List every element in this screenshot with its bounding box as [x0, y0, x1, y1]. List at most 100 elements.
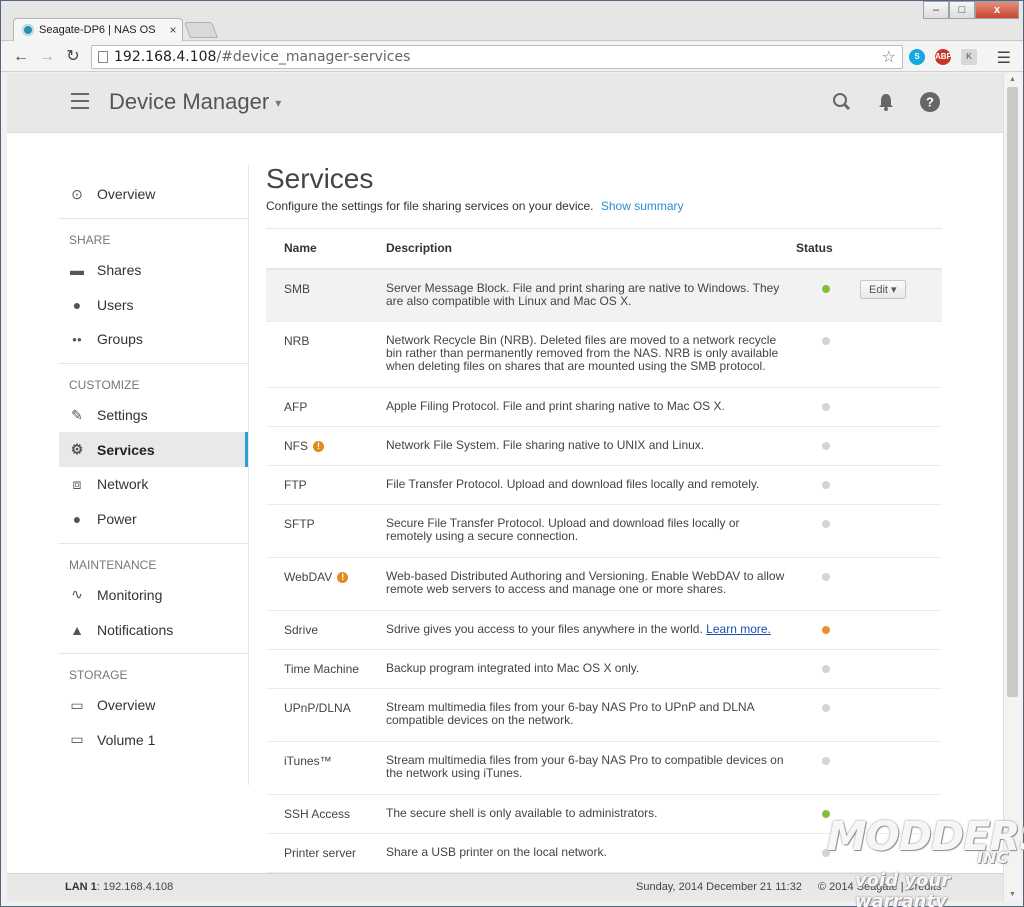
service-actions [856, 426, 942, 466]
adblock-plus-icon[interactable]: ABP [935, 49, 952, 65]
table-row[interactable]: AFP Apple Filing Protocol. File and print… [266, 387, 942, 427]
service-actions [856, 321, 942, 388]
sidebar-item-label: Network [97, 476, 149, 493]
scroll-up-icon[interactable]: ▲ [1009, 76, 1016, 83]
service-description: Secure File Transfer Protocol. Upload an… [386, 504, 796, 558]
forward-icon[interactable]: → [37, 47, 57, 67]
shares-icon: ▬ [70, 262, 84, 279]
scroll-down-icon[interactable]: ▼ [1009, 891, 1016, 898]
tab-close-icon[interactable]: × [164, 23, 182, 37]
service-description-text: Stream multimedia files from your 6-bay … [386, 753, 784, 780]
status-grey-dot-icon [822, 849, 830, 857]
app-title[interactable]: Device Manager ▾ [109, 89, 281, 115]
table-row[interactable]: Sdrive Sdrive gives you access to your fi… [266, 610, 942, 650]
sidebar-item-volume-1-storage[interactable]: ▭ Volume 1 [59, 723, 248, 758]
service-description: Apple Filing Protocol. File and print sh… [386, 387, 796, 427]
page-scrollbar[interactable]: ▲ ▼ [1003, 73, 1021, 901]
url-host: 192.168.4.108 [114, 49, 217, 65]
service-description-text: Server Message Block. File and print sha… [386, 280, 780, 308]
service-description-text: Sdrive gives you access to your files an… [386, 622, 703, 636]
service-name: SSH Access [284, 807, 351, 821]
status-green-dot-icon [822, 284, 830, 293]
maximize-button[interactable]: □ [949, 1, 975, 19]
table-row[interactable]: iTunes™ Stream multimedia files from your… [266, 741, 942, 795]
learn-more-link[interactable]: Learn more. [706, 622, 771, 636]
service-description-text: Share a USB printer on the local network… [386, 845, 607, 859]
nas-app: Device Manager ▾ ? ⊙ Overview SHARE ▬ Shares ●… [7, 73, 1003, 901]
service-name-cell: AFP [266, 387, 386, 427]
status-grey-dot-icon [822, 442, 830, 450]
sidebar-item-overview[interactable]: ⊙ Overview [59, 177, 248, 212]
new-tab-button[interactable] [184, 22, 218, 38]
sidebar-item-services[interactable]: ⚙ Services [59, 432, 248, 468]
service-name: AFP [284, 400, 308, 414]
service-status [796, 557, 856, 611]
reload-icon[interactable]: ↻ [63, 47, 83, 67]
sidebar-item-users[interactable]: ● Users [59, 287, 248, 322]
services-table: Name Description Status SMB Server Messag… [266, 228, 942, 873]
show-summary-link[interactable]: Show summary [601, 199, 684, 213]
warning-icon[interactable]: ! [313, 441, 324, 452]
table-row[interactable]: FTP File Transfer Protocol. Upload and do… [266, 465, 942, 505]
edit-button[interactable]: Edit ▾ [860, 279, 906, 299]
bookmark-star-icon[interactable]: ☆ [882, 46, 896, 68]
table-row[interactable]: SMB Server Message Block. File and print … [266, 268, 942, 322]
overview-icon: ⊙ [71, 185, 83, 202]
service-status [796, 321, 856, 388]
sidebar-item-power[interactable]: ● Power [59, 502, 248, 537]
sidebar-item-network[interactable]: ⧈ Network [59, 467, 248, 502]
close-window-button[interactable]: x [975, 1, 1019, 19]
sidebar-item-shares[interactable]: ▬ Shares [59, 253, 248, 288]
table-row[interactable]: Time Machine Backup program integrated in… [266, 649, 942, 689]
lan-label: LAN 1 [65, 881, 97, 893]
skype-icon[interactable]: S [909, 49, 925, 65]
volume-1-icon: ▭ [70, 731, 84, 748]
page-icon [98, 51, 108, 63]
warning-icon[interactable]: ! [337, 572, 349, 583]
sidebar-item-monitoring[interactable]: ∿ Monitoring [59, 578, 248, 613]
service-description: Backup program integrated into Mac OS X … [386, 649, 796, 689]
service-description-text: Stream multimedia files from your 6-bay … [386, 700, 754, 727]
service-name-cell: iTunes™ [266, 741, 386, 795]
extension-k-icon[interactable]: K [961, 49, 977, 65]
service-actions [856, 504, 942, 558]
bell-icon[interactable] [875, 91, 897, 113]
table-row[interactable]: NFS! Network File System. File sharing na… [266, 426, 942, 466]
scrollbar-thumb[interactable] [1007, 87, 1018, 697]
back-icon[interactable]: ← [11, 47, 31, 67]
service-name-cell: FTP [266, 465, 386, 505]
column-header-actions [856, 228, 942, 270]
table-row[interactable]: SFTP Secure File Transfer Protocol. Uploa… [266, 504, 942, 558]
service-description-text: Backup program integrated into Mac OS X … [386, 661, 640, 675]
table-row[interactable]: UPnP/DLNA Stream multimedia files from yo… [266, 688, 942, 742]
footer-datetime: Sunday, 2014 December 21 11:32 [636, 881, 802, 893]
status-grey-dot-icon [822, 573, 830, 581]
help-icon[interactable]: ? [919, 91, 941, 113]
hamburger-menu-icon[interactable] [71, 93, 89, 109]
lan-value: : 192.168.4.108 [96, 881, 174, 893]
status-grey-dot-icon [822, 704, 830, 712]
sidebar-item-overview-storage[interactable]: ▭ Overview [59, 688, 248, 723]
browser-menu-icon[interactable]: ☰ [997, 48, 1011, 68]
service-name: iTunes™ [284, 754, 332, 768]
table-header-row: Name Description Status [266, 228, 942, 270]
browser-tab[interactable]: Seagate-DP6 | NAS OS × [13, 18, 183, 41]
sidebar-item-groups[interactable]: ●● Groups [59, 322, 248, 357]
sidebar-item-settings[interactable]: ✎ Settings [59, 398, 248, 433]
table-row[interactable]: NRB Network Recycle Bin (NRB). Deleted fi… [266, 321, 942, 388]
search-icon[interactable] [831, 91, 853, 113]
overview-icon: ▭ [70, 696, 84, 713]
service-status [796, 649, 856, 689]
service-description: Network File System. File sharing native… [386, 426, 796, 466]
service-status [796, 465, 856, 505]
sidebar-item-notifications[interactable]: ▲ Notifications [59, 612, 248, 647]
table-row[interactable]: Printer server Share a USB printer on the… [266, 833, 942, 873]
table-row[interactable]: SSH Access The secure shell is only avail… [266, 794, 942, 834]
address-bar[interactable]: 192.168.4.108/#device_manager-services ☆ [91, 45, 903, 69]
service-name-cell: SMB [266, 268, 386, 322]
minimize-button[interactable]: – [923, 1, 949, 19]
footer-credits-link[interactable]: © 2014 Seagate | Credits [818, 881, 941, 893]
sidebar-item-label: Volume 1 [97, 731, 156, 748]
service-name: Time Machine [284, 662, 359, 676]
table-row[interactable]: WebDAV! Web-based Distributed Authoring a… [266, 557, 942, 611]
